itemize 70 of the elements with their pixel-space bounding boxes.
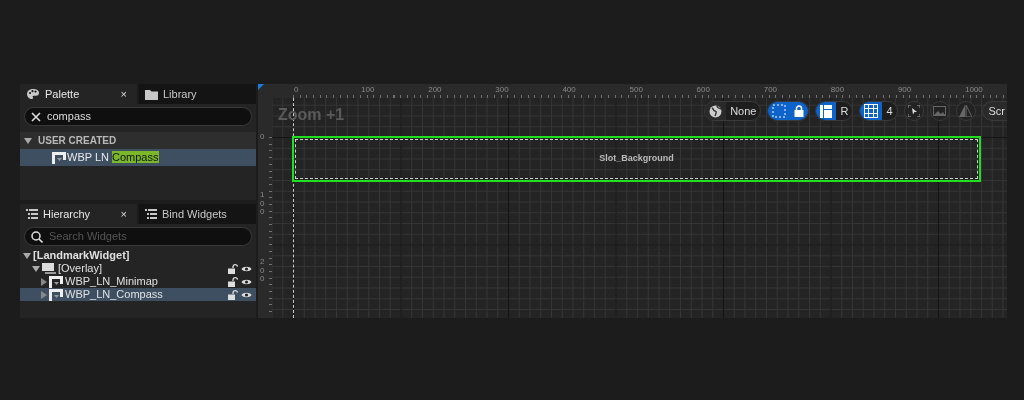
search-field[interactable]: Search Widgets [24,227,252,246]
panel-tab[interactable]: Library [139,84,256,104]
cursor-icon [907,105,920,117]
grid-icon [864,104,879,118]
open-lock-icon[interactable] [228,263,238,274]
close-tab-button[interactable]: × [116,205,131,223]
ruler-label: 300 [495,86,509,94]
ruler-label: 200 [260,258,266,284]
expander-icon[interactable] [24,137,32,144]
list-icon [145,209,157,219]
palette-item[interactable]: WBP LN Compass [20,149,256,166]
image-icon [933,106,946,116]
mirror-icon [959,105,972,117]
item-label: WBP LN Compass [67,150,159,166]
globe-icon [709,104,723,118]
ruler-label: 1000 [965,86,983,94]
ruler-label: 900 [897,86,912,94]
expander-icon[interactable] [23,252,31,259]
widget-outline[interactable]: Slot_Background [292,136,981,182]
select-tool-button[interactable] [903,101,924,121]
expander-icon[interactable] [41,277,47,286]
ruler-label: 100 [260,191,266,217]
monitor-icon [42,263,56,274]
panel-tab[interactable]: Hierarchy × [20,204,137,224]
mirror-button[interactable] [955,101,976,121]
widget-icon [52,151,66,164]
ruler-label: 0 [294,86,299,94]
category-header[interactable]: USER CREATED [20,132,256,149]
grid-snap-button[interactable]: 4 [859,101,898,121]
search-icon [31,230,43,243]
screen-size-button[interactable]: Scr [981,101,1007,121]
world-space-button[interactable]: None [704,101,762,121]
respect-locks-button[interactable]: R [815,101,854,121]
lock-icon [794,105,805,117]
panel-tab[interactable]: Bind Widgets [139,204,256,224]
clear-icon[interactable] [31,111,41,122]
folder-icon [145,88,158,100]
tree-row[interactable]: WBP_LN_Compass [20,288,256,301]
close-tab-button[interactable]: × [116,85,131,103]
ruler-label: 0 [260,133,266,142]
ruler-label: 500 [629,86,643,94]
hierarchy-icon [26,209,38,219]
tree-row[interactable]: [Overlay] [20,262,256,275]
widget-icon [49,275,63,288]
tree-row[interactable]: WBP_LN_Minimap [20,275,256,288]
eye-icon[interactable] [241,290,252,299]
widget-icon [49,288,63,301]
open-lock-icon[interactable] [228,276,238,287]
ruler-label: 100 [361,86,375,94]
corner-marker [258,84,264,90]
eye-icon[interactable] [241,277,252,286]
ruler-label: 700 [763,86,778,94]
palette-icon [26,88,40,100]
search-input[interactable]: Search Widgets [49,228,245,245]
search-field[interactable]: compass [24,107,252,126]
ruler-label: 200 [428,86,442,94]
tree-row[interactable]: [LandmarkWidget] [20,249,256,262]
ruler-label: 600 [696,86,710,94]
ruler-label: 400 [562,86,576,94]
ruler-label: 800 [830,86,845,94]
search-input[interactable]: compass [47,108,245,125]
snap-lock-button[interactable] [767,101,810,121]
eye-icon[interactable] [241,264,252,273]
image-button[interactable] [929,101,950,121]
widget-name: Slot_Background [599,152,674,166]
expander-icon[interactable] [32,265,40,272]
panel-tab[interactable]: Palette × [20,84,137,104]
open-lock-icon[interactable] [228,289,238,300]
dashed-square-icon [772,104,787,118]
layout-icon [820,104,833,118]
